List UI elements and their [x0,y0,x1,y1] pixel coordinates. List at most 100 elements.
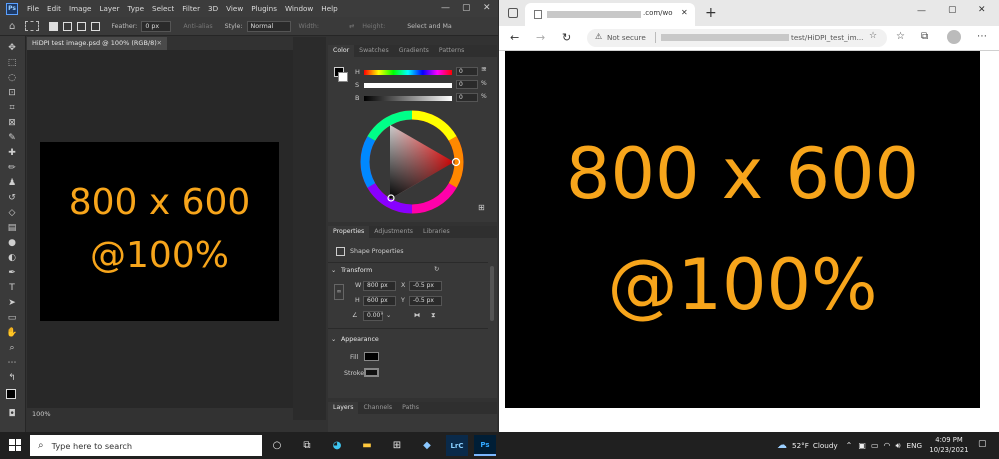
type-tool-icon[interactable]: T [5,282,19,294]
language-indicator[interactable]: ENG [907,441,923,450]
flip-vertical-icon[interactable]: ⧗ [431,312,435,320]
minimize-browser-icon[interactable]: — [917,6,926,16]
angle-dropdown-icon[interactable]: ⌄ [386,312,391,319]
brightness-value[interactable]: 0 [456,93,478,102]
intersect-selection-icon[interactable] [91,21,101,31]
reset-transform-icon[interactable]: ↻ [434,266,439,273]
panel-menu-icon[interactable]: ≡ [481,65,487,73]
collections-icon[interactable]: ⧉ [921,31,928,42]
subtract-selection-icon[interactable] [77,21,87,31]
saturation-value[interactable]: 0 [456,80,478,89]
tab-gradients[interactable]: Gradients [394,45,434,57]
maximize-icon[interactable]: ▢ [462,3,471,13]
zoom-level[interactable]: 100% [32,410,51,418]
weather-temp[interactable]: 52°F [792,441,809,450]
hue-value[interactable]: 0 [456,67,478,76]
menu-plugins[interactable]: Plugins [247,4,281,13]
crop-tool-icon[interactable]: ⌗ [5,102,19,114]
lasso-tool-icon[interactable]: ◌ [5,72,19,84]
cortana-icon[interactable]: ○ [266,435,288,456]
link-dimensions-icon[interactable]: ∞ [334,284,344,300]
more-tools-icon[interactable]: ⋯ [5,357,19,369]
tab-color[interactable]: Color [328,45,355,57]
brightness-slider[interactable] [364,96,452,101]
eraser-tool-icon[interactable]: ◇ [5,207,19,219]
notifications-icon[interactable]: ▢ [978,439,987,449]
x-field[interactable]: -0.5 px [409,281,442,291]
show-hidden-icons[interactable]: ⌃ [846,441,853,450]
gradient-tool-icon[interactable]: ▤ [5,222,19,234]
dodge-tool-icon[interactable]: ◐ [5,252,19,264]
rectangular-marquee-icon[interactable]: ⬚ [5,57,19,69]
document-tab[interactable]: HiDPI test image.psd @ 100% (RGB/8) ✕ [27,37,167,50]
favorites-icon[interactable]: ☆ [896,31,905,42]
windows-start-icon[interactable] [9,439,21,451]
height-field[interactable]: 600 px [363,296,396,306]
document-canvas[interactable]: 800 x 600 @100% [40,142,279,321]
tab-patterns[interactable]: Patterns [434,45,469,57]
close-tab-icon[interactable]: ✕ [681,8,688,17]
back-icon[interactable]: ← [510,31,519,44]
width-field[interactable]: 800 px [363,281,396,291]
foreground-color-swatch[interactable] [6,389,16,399]
appearance-chevron-icon[interactable]: ⌄ [331,336,336,343]
rectangle-tool-icon[interactable]: ▭ [5,312,19,324]
transform-chevron-icon[interactable]: ⌄ [331,267,336,274]
photoshop-taskbar-icon[interactable]: Ps [474,435,496,456]
volume-icon[interactable]: 🔊︎ [895,441,900,451]
quick-mask-icon[interactable]: ◘ [5,408,19,420]
new-selection-icon[interactable] [49,21,59,31]
antialias-checkbox[interactable]: Anti-alias [183,23,212,30]
object-selection-icon[interactable]: ⊡ [5,87,19,99]
weather-desc[interactable]: Cloudy [813,441,838,450]
network-icon[interactable]: ▣ [858,441,866,450]
lightroom-icon[interactable]: LrC [446,435,468,456]
add-selection-icon[interactable] [63,21,73,31]
close-icon[interactable]: ✕ [483,3,491,13]
warning-icon[interactable]: ⚠ [595,32,602,41]
maximize-browser-icon[interactable]: ▢ [948,5,957,15]
menu-help[interactable]: Help [317,4,341,13]
menu-window[interactable]: Window [281,4,317,13]
menu-type[interactable]: Type [124,4,149,13]
menu-layer[interactable]: Layer [95,4,123,13]
home-icon[interactable]: ⌂ [9,21,15,32]
menu-file[interactable]: File [23,4,43,13]
tab-swatches[interactable]: Swatches [354,45,394,57]
canvas-area[interactable]: 800 x 600 @100% [27,50,293,408]
close-browser-icon[interactable]: ✕ [978,5,986,15]
battery-icon[interactable]: ▭ [871,441,879,450]
edge-icon[interactable]: ◕ [326,435,348,456]
eyedropper-tool-icon[interactable]: ✎ [5,132,19,144]
zoom-tool-icon[interactable]: ⌕ [5,342,19,354]
tab-actions-icon[interactable] [508,8,518,18]
task-view-icon[interactable]: ⧉ [296,435,318,456]
style-select[interactable]: Normal [246,20,291,32]
forward-icon[interactable]: → [536,31,545,44]
menu-image[interactable]: Image [65,4,96,13]
add-swatch-icon[interactable]: ⊞ [478,203,485,212]
menu-edit[interactable]: Edit [43,4,65,13]
pen-tool-icon[interactable]: ✒ [5,267,19,279]
swap-colors-icon[interactable]: ↰ [5,372,19,384]
minimize-icon[interactable]: — [441,3,450,13]
flip-horizontal-icon[interactable]: ⧓ [414,312,420,319]
frame-tool-icon[interactable]: ⊠ [5,117,19,129]
more-menu-icon[interactable]: ⋯ [977,31,987,42]
clone-stamp-icon[interactable]: ♟ [5,177,19,189]
hand-tool-icon[interactable]: ✋ [5,327,19,339]
favorite-icon[interactable]: ☆ [869,31,877,41]
menu-view[interactable]: View [222,4,247,13]
fill-swatch[interactable] [364,352,379,361]
cloud-icon[interactable]: ☁ [777,440,787,451]
taskbar-search[interactable]: ⌕ Type here to search [30,435,262,456]
new-tab-icon[interactable]: + [705,5,717,21]
tab-libraries[interactable]: Libraries [418,226,455,238]
file-explorer-icon[interactable]: ▬ [356,435,378,456]
close-document-icon[interactable]: ✕ [157,37,162,50]
move-tool-icon[interactable]: ✥ [5,42,19,54]
refresh-icon[interactable]: ↻ [562,31,571,44]
stroke-swatch[interactable] [364,368,379,377]
marquee-tool-icon[interactable] [25,21,40,31]
blur-tool-icon[interactable]: ● [5,237,19,249]
